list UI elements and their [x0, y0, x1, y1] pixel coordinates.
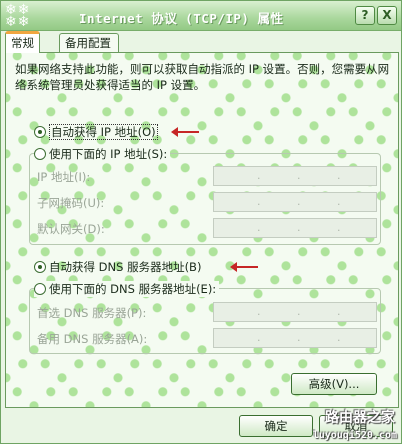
- close-button[interactable]: X: [377, 6, 397, 25]
- subnet-mask-label: 子网掩码(U):: [37, 196, 105, 210]
- site-watermark: 路由器之家 luyouqi520.com: [289, 407, 401, 443]
- advanced-button[interactable]: 高级(V)...: [291, 373, 377, 395]
- auto-ip-option[interactable]: 自动获得 IP 地址(O): [34, 124, 158, 140]
- preferred-dns-label: 首选 DNS 服务器(P):: [37, 306, 147, 320]
- manual-ip-label[interactable]: 使用下面的 IP 地址(S):: [49, 147, 167, 161]
- ip-address-label: IP 地址(I):: [37, 170, 91, 184]
- default-gateway-field: ...: [213, 218, 377, 238]
- manual-ip-option[interactable]: 使用下面的 IP 地址(S):: [34, 146, 171, 162]
- description-text: 如果网络支持此功能，则可以获取自动指派的 IP 设置。否则，您需要从网络系统管理…: [15, 62, 390, 92]
- alternate-dns-label: 备用 DNS 服务器(A):: [37, 332, 148, 346]
- manual-dns-label[interactable]: 使用下面的 DNS 服务器地址(E):: [49, 282, 216, 296]
- manual-dns-radio[interactable]: [34, 283, 46, 295]
- help-button[interactable]: ?: [355, 6, 375, 25]
- auto-ip-radio[interactable]: [34, 126, 46, 138]
- window-title: Internet 协议 (TCP/IP) 属性: [79, 11, 284, 26]
- tab-alternate-config[interactable]: 备用配置: [59, 33, 119, 52]
- tcpip-properties-dialog: ❄❄ ❄❄ Internet 协议 (TCP/IP) 属性 ? X 常规 备用配置…: [0, 0, 402, 444]
- auto-ip-label[interactable]: 自动获得 IP 地址(O): [49, 124, 158, 140]
- title-bar[interactable]: ❄❄ ❄❄ Internet 协议 (TCP/IP) 属性 ? X: [1, 1, 401, 31]
- auto-dns-radio[interactable]: [34, 261, 46, 273]
- ip-address-field: ...: [213, 166, 377, 186]
- auto-dns-option[interactable]: 自动获得 DNS 服务器地址(B): [34, 259, 201, 275]
- manual-ip-radio[interactable]: [34, 148, 46, 160]
- alternate-dns-field: ...: [213, 328, 377, 348]
- watermark-url: luyouqi520.com: [312, 430, 397, 441]
- auto-dns-label[interactable]: 自动获得 DNS 服务器地址(B): [49, 260, 201, 274]
- red-arrow-icon: [171, 127, 199, 137]
- red-arrow-icon: [230, 262, 258, 272]
- preferred-dns-field: ...: [213, 302, 377, 322]
- tab-general[interactable]: 常规: [5, 31, 40, 53]
- subnet-mask-field: ...: [213, 192, 377, 212]
- default-gateway-label: 默认网关(D):: [37, 222, 105, 236]
- manual-dns-option[interactable]: 使用下面的 DNS 服务器地址(E):: [34, 281, 220, 297]
- watermark-title: 路由器之家: [325, 410, 395, 426]
- snowflake-icon: ❄❄ ❄❄: [5, 2, 31, 30]
